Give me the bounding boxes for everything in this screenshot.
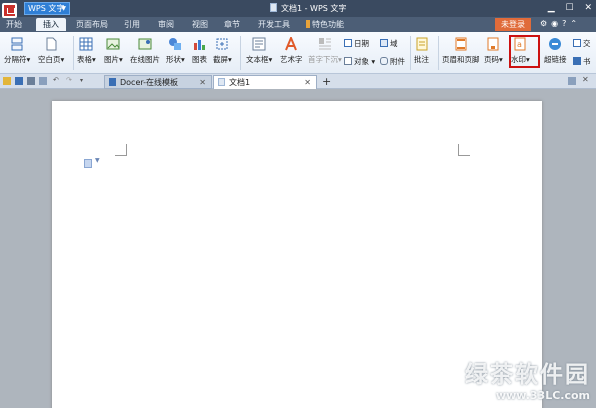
table-icon	[79, 37, 93, 51]
title-bar: WPS 文字 ▼ 文档1 - WPS 文字 ▁ ☐ ✕	[0, 0, 596, 18]
field-button[interactable]: 域	[380, 38, 398, 49]
tab-insert[interactable]: 插入	[36, 18, 66, 31]
page-number-icon	[487, 37, 499, 51]
tab-references[interactable]: 引用	[124, 18, 140, 31]
chevron-down-icon: ▼	[61, 5, 66, 12]
text-box-button[interactable]: 文本框▾	[246, 37, 272, 65]
comment-icon	[416, 37, 427, 51]
cross-reference-icon	[573, 39, 581, 47]
close-window-icon[interactable]: ✕	[582, 75, 590, 84]
undo-icon[interactable]: ↶	[53, 76, 61, 84]
save-icon[interactable]	[15, 77, 23, 85]
document-icon	[218, 78, 225, 86]
settings-icon[interactable]: ⚙	[540, 19, 547, 28]
tab-developer[interactable]: 开发工具	[258, 18, 290, 31]
app-menu-label: WPS 文字	[28, 4, 65, 13]
page-number-button[interactable]: 页码▾	[484, 37, 503, 65]
document-canvas[interactable]: ▼ 绿茶软件园 www.33LC.com	[0, 89, 596, 408]
hyperlink-button[interactable]: 超链接	[544, 37, 567, 65]
drop-cap-icon	[318, 38, 331, 50]
hyperlink-icon	[549, 38, 562, 50]
margin-corner-top-right	[458, 144, 470, 156]
site-watermark-url: www.33LC.com	[495, 389, 590, 402]
chart-icon	[193, 40, 205, 50]
calendar-icon	[344, 39, 352, 47]
print-icon[interactable]	[27, 77, 35, 85]
blank-page-button[interactable]: 空白页▾	[38, 37, 64, 65]
word-art-button[interactable]: 艺术字	[280, 37, 303, 65]
tab-review[interactable]: 审阅	[158, 18, 174, 31]
login-button[interactable]: 未登录	[495, 18, 531, 31]
maximize-icon[interactable]: ☐	[566, 3, 574, 13]
object-button[interactable]: 对象 ▾	[344, 56, 375, 67]
ribbon-insert-panel: 分隔符▾ 空白页▾ 表格▾ 图片▾ 在线图片 形状▾ 图表 截屏▾ 文本框▾ 艺…	[0, 32, 596, 74]
tab-document1[interactable]: 文档1 ✕	[213, 75, 317, 89]
attachment-button[interactable]: 附件	[380, 56, 405, 67]
ribbon-tab-bar: 开始 插入 页面布局 引用 审阅 视图 章节 开发工具 特色功能 未登录 ⚙ ◉?…	[0, 17, 596, 32]
drop-cap-button[interactable]: 首字下沉▾	[308, 37, 342, 65]
collapse-icon[interactable]: ⌃	[570, 19, 577, 28]
help-icon[interactable]: ?	[562, 19, 566, 28]
object-icon	[344, 57, 352, 65]
close-tab-icon[interactable]: ✕	[199, 76, 206, 89]
tab-special[interactable]: 特色功能	[306, 18, 344, 31]
bookmark-icon	[573, 57, 581, 65]
screenshot-icon	[216, 38, 228, 50]
screenshot-button[interactable]: 截屏▾	[213, 37, 232, 65]
print-preview-icon[interactable]	[39, 77, 47, 85]
date-button[interactable]: 日期	[344, 38, 369, 49]
margin-corner-top-left	[115, 144, 127, 156]
quick-access-bar: ↶ ↷ ▾ Docer-在线模板 ✕ 文档1 ✕ + ✕	[0, 74, 596, 89]
picture-icon	[106, 38, 120, 50]
new-tab-button[interactable]: +	[322, 75, 331, 88]
window-title: 文档1 - WPS 文字	[270, 3, 346, 14]
page-break-button[interactable]: 分隔符▾	[4, 37, 30, 65]
paragraph-layout-icon[interactable]	[84, 159, 92, 168]
document-icon	[270, 3, 277, 12]
minimize-icon[interactable]: ▁	[548, 3, 555, 13]
watermark-highlight-box	[509, 35, 540, 68]
tabbar-icons: ⚙ ◉? ⌃	[540, 19, 581, 28]
app-menu-button[interactable]: WPS 文字 ▼	[24, 2, 70, 15]
chart-button[interactable]: 图表	[192, 37, 207, 65]
special-icon	[306, 20, 310, 28]
site-watermark-logo: 绿茶软件园	[465, 362, 590, 388]
online-picture-icon	[138, 38, 152, 50]
paperclip-icon	[380, 57, 388, 65]
bookmark-button[interactable]: 书	[573, 56, 591, 67]
window-controls: ▁ ☐ ✕	[540, 3, 592, 13]
online-picture-button[interactable]: 在线图片	[130, 37, 160, 65]
tab-page-layout[interactable]: 页面布局	[76, 18, 108, 31]
tab-view[interactable]: 视图	[192, 18, 208, 31]
close-icon[interactable]: ✕	[584, 3, 592, 13]
text-box-icon	[252, 37, 266, 51]
header-footer-button[interactable]: 页眉和页脚	[442, 37, 480, 65]
redo-icon[interactable]: ↷	[66, 76, 74, 84]
comment-button[interactable]: 批注	[414, 37, 429, 65]
field-icon	[380, 39, 388, 47]
word-art-icon	[285, 37, 298, 51]
tab-home[interactable]: 开始	[6, 18, 22, 31]
header-footer-icon	[455, 37, 467, 51]
blank-page-icon	[46, 37, 57, 51]
site-watermark: 绿茶软件园 www.33LC.com	[465, 355, 590, 402]
chevron-down-icon[interactable]: ▼	[95, 157, 100, 164]
skin-icon[interactable]: ◉	[551, 19, 558, 28]
open-folder-icon[interactable]	[3, 77, 11, 85]
close-tab-icon[interactable]: ✕	[304, 76, 311, 89]
docer-icon	[109, 78, 116, 86]
table-button[interactable]: 表格▾	[77, 37, 96, 65]
shapes-icon	[169, 38, 182, 50]
shapes-button[interactable]: 形状▾	[166, 37, 185, 65]
tab-list-icon[interactable]	[568, 77, 576, 85]
tab-docer-templates[interactable]: Docer-在线模板 ✕	[104, 75, 212, 89]
wps-logo-icon[interactable]	[2, 3, 17, 18]
page-break-icon	[11, 37, 23, 51]
picture-button[interactable]: 图片▾	[104, 37, 123, 65]
tab-chapter[interactable]: 章节	[224, 18, 240, 31]
customize-chevron-icon[interactable]: ▾	[80, 77, 88, 85]
cross-reference-button[interactable]: 交	[573, 38, 591, 49]
